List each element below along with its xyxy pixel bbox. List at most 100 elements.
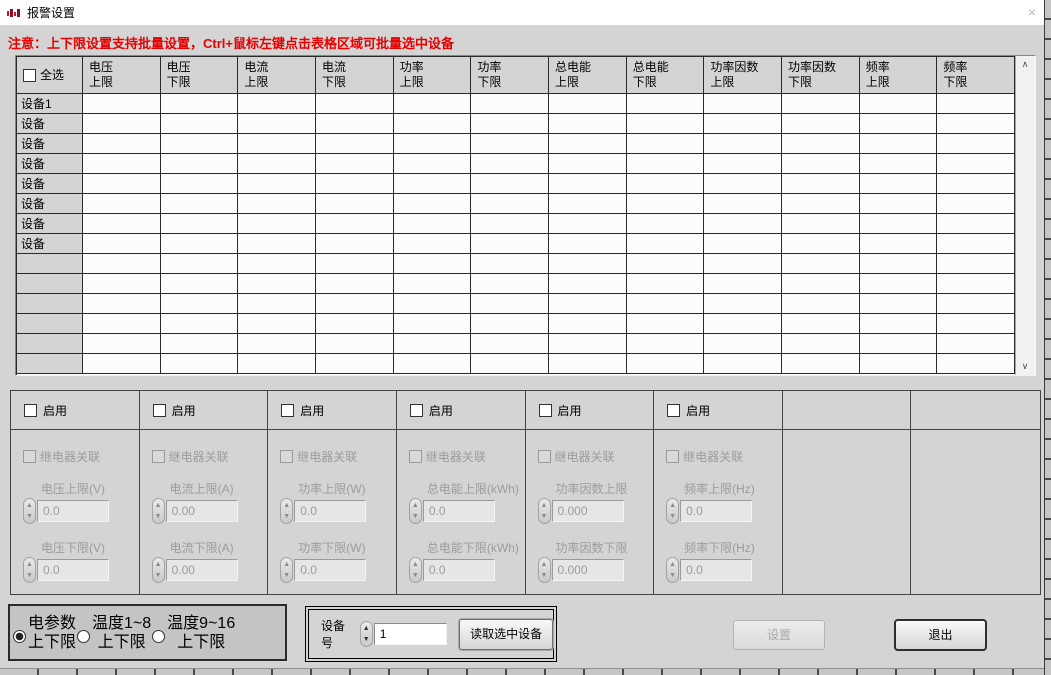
device-name-cell[interactable] <box>17 294 83 314</box>
mode-radio[interactable] <box>77 630 90 643</box>
table-cell[interactable] <box>704 234 782 254</box>
table-cell[interactable] <box>316 174 394 194</box>
device-name-cell[interactable] <box>17 334 83 354</box>
table-cell[interactable] <box>316 354 394 374</box>
table-cell[interactable] <box>627 274 705 294</box>
table-cell[interactable] <box>627 134 705 154</box>
table-cell[interactable] <box>627 234 705 254</box>
table-cell[interactable] <box>627 194 705 214</box>
table-cell[interactable] <box>83 294 161 314</box>
table-cell[interactable] <box>704 194 782 214</box>
table-cell[interactable] <box>782 294 860 314</box>
table-cell[interactable] <box>937 154 1015 174</box>
table-cell[interactable] <box>704 334 782 354</box>
table-cell[interactable] <box>394 294 472 314</box>
device-name-cell[interactable]: 设备 <box>17 194 83 214</box>
mode-radio[interactable] <box>13 630 26 643</box>
table-cell[interactable] <box>316 274 394 294</box>
table-cell[interactable] <box>627 294 705 314</box>
table-cell[interactable] <box>238 354 316 374</box>
table-cell[interactable] <box>471 134 549 154</box>
table-cell[interactable] <box>238 254 316 274</box>
table-cell[interactable] <box>860 254 938 274</box>
table-cell[interactable] <box>860 274 938 294</box>
device-name-cell[interactable]: 设备 <box>17 174 83 194</box>
device-name-cell[interactable]: 设备1 <box>17 94 83 114</box>
table-cell[interactable] <box>704 294 782 314</box>
table-cell[interactable] <box>161 154 239 174</box>
exit-button[interactable]: 退出 <box>894 619 987 651</box>
table-cell[interactable] <box>161 174 239 194</box>
table-cell[interactable] <box>316 314 394 334</box>
table-cell[interactable] <box>782 334 860 354</box>
table-cell[interactable] <box>549 274 627 294</box>
table-cell[interactable] <box>937 254 1015 274</box>
table-cell[interactable] <box>860 154 938 174</box>
device-name-cell[interactable] <box>17 254 83 274</box>
table-cell[interactable] <box>316 214 394 234</box>
table-cell[interactable] <box>627 114 705 134</box>
table-cell[interactable] <box>937 214 1015 234</box>
table-cell[interactable] <box>316 234 394 254</box>
table-cell[interactable] <box>161 114 239 134</box>
table-cell[interactable] <box>161 274 239 294</box>
table-cell[interactable] <box>782 234 860 254</box>
table-cell[interactable] <box>83 174 161 194</box>
table-cell[interactable] <box>83 194 161 214</box>
enable-checkbox[interactable] <box>281 404 294 417</box>
table-cell[interactable] <box>238 214 316 234</box>
table-cell[interactable] <box>937 134 1015 154</box>
table-cell[interactable] <box>782 94 860 114</box>
table-cell[interactable] <box>471 214 549 234</box>
table-cell[interactable] <box>627 254 705 274</box>
table-cell[interactable] <box>471 174 549 194</box>
close-icon[interactable]: × <box>1022 2 1042 22</box>
table-cell[interactable] <box>83 114 161 134</box>
table-cell[interactable] <box>782 274 860 294</box>
table-cell[interactable] <box>782 314 860 334</box>
table-cell[interactable] <box>83 254 161 274</box>
table-cell[interactable] <box>860 134 938 154</box>
table-cell[interactable] <box>627 354 705 374</box>
table-cell[interactable] <box>471 314 549 334</box>
table-cell[interactable] <box>549 194 627 214</box>
table-cell[interactable] <box>860 174 938 194</box>
device-name-cell[interactable] <box>17 354 83 374</box>
table-cell[interactable] <box>394 214 472 234</box>
table-cell[interactable] <box>83 274 161 294</box>
table-cell[interactable] <box>316 114 394 134</box>
table-cell[interactable] <box>627 334 705 354</box>
table-cell[interactable] <box>394 114 472 134</box>
table-cell[interactable] <box>549 214 627 234</box>
table-cell[interactable] <box>83 334 161 354</box>
table-cell[interactable] <box>704 154 782 174</box>
table-cell[interactable] <box>549 334 627 354</box>
table-cell[interactable] <box>937 274 1015 294</box>
table-cell[interactable] <box>238 314 316 334</box>
mode-option[interactable]: 电参数上下限 <box>12 614 76 652</box>
table-cell[interactable] <box>161 254 239 274</box>
table-cell[interactable] <box>83 234 161 254</box>
table-cell[interactable] <box>549 294 627 314</box>
mode-option[interactable]: 温度9~16上下限 <box>151 614 235 652</box>
table-cell[interactable] <box>549 314 627 334</box>
table-cell[interactable] <box>860 314 938 334</box>
table-cell[interactable] <box>627 94 705 114</box>
table-cell[interactable] <box>83 314 161 334</box>
table-cell[interactable] <box>316 334 394 354</box>
table-cell[interactable] <box>471 354 549 374</box>
table-cell[interactable] <box>471 334 549 354</box>
table-cell[interactable] <box>238 154 316 174</box>
table-cell[interactable] <box>471 294 549 314</box>
table-cell[interactable] <box>860 294 938 314</box>
table-cell[interactable] <box>161 214 239 234</box>
device-name-cell[interactable]: 设备 <box>17 154 83 174</box>
mode-radio[interactable] <box>152 630 165 643</box>
table-cell[interactable] <box>161 354 239 374</box>
device-name-cell[interactable]: 设备 <box>17 114 83 134</box>
enable-checkbox[interactable] <box>539 404 552 417</box>
table-cell[interactable] <box>83 94 161 114</box>
table-cell[interactable] <box>471 94 549 114</box>
table-cell[interactable] <box>860 194 938 214</box>
device-name-cell[interactable]: 设备 <box>17 214 83 234</box>
